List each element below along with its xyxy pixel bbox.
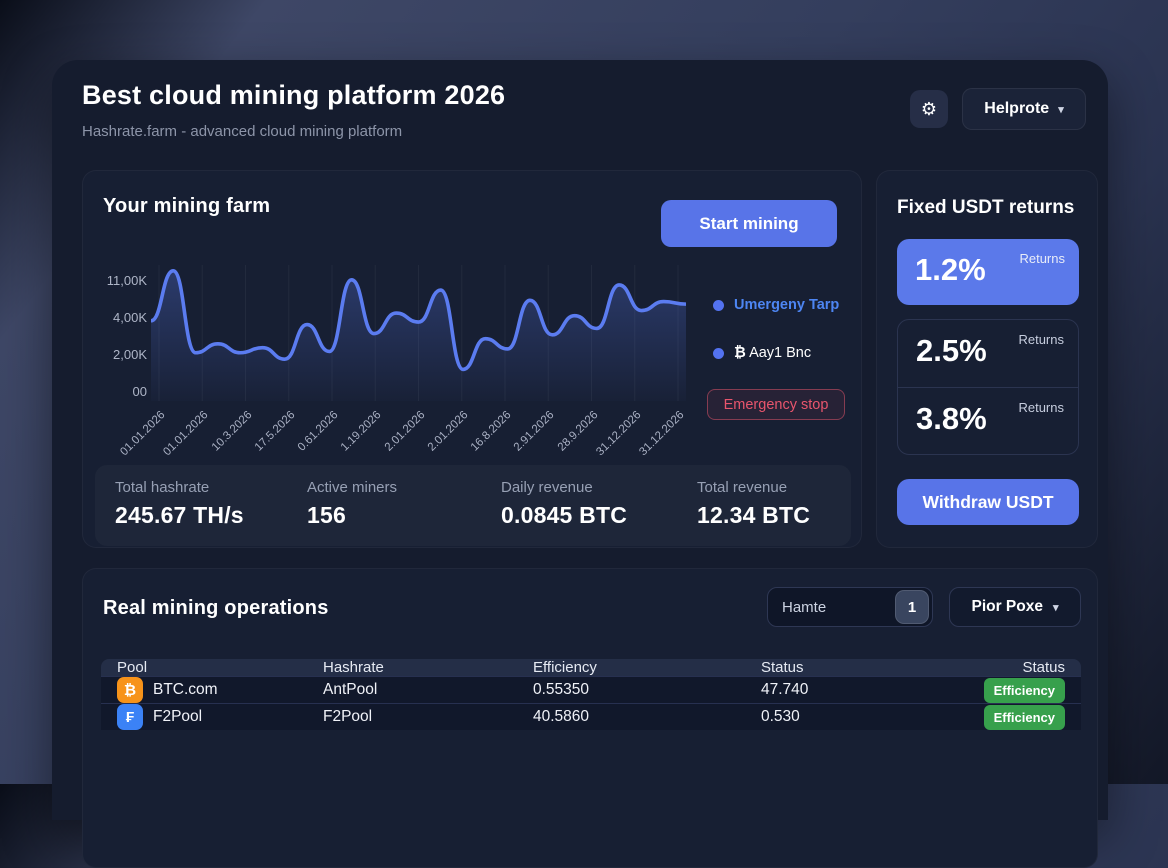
mining-farm-panel: Your mining farm Start mining 11,00K 4,00… xyxy=(82,170,862,548)
stat-total-hashrate: Total hashrate 245.67 TH/s xyxy=(115,479,244,529)
settings-button[interactable]: ⚙ xyxy=(910,90,948,128)
page-subtitle: Hashrate.farm - advanced cloud mining pl… xyxy=(82,123,402,140)
account-dropdown[interactable]: Helprote ▾ xyxy=(962,88,1086,130)
pool-efficiency: 40.5860 xyxy=(533,708,761,726)
chevron-down-icon: ▾ xyxy=(1053,601,1059,614)
operations-panel: Real mining operations 1 Pior Poxe ▾ Poo… xyxy=(82,568,1098,868)
hashrate-chart xyxy=(151,259,686,401)
mining-farm-title: Your mining farm xyxy=(103,195,270,218)
y-tick-label: 4,00K xyxy=(113,310,147,325)
filter-label: Pior Poxe xyxy=(971,598,1043,616)
btc-pool-icon: ₿ xyxy=(117,677,143,703)
legend-dot-icon xyxy=(713,300,724,311)
pool-name: BTC.com xyxy=(153,681,218,699)
page-title: Best cloud mining platform 2026 xyxy=(82,80,505,111)
table-row[interactable]: ₿ BTC.com AntPool 0.55350 47.740 Efficie… xyxy=(101,676,1081,703)
filter-dropdown[interactable]: Pior Poxe ▾ xyxy=(949,587,1081,627)
operations-search: 1 xyxy=(767,587,933,627)
y-tick-label: 00 xyxy=(133,384,147,399)
efficiency-badge: Efficiency xyxy=(984,705,1065,730)
pool-status: 0.530 xyxy=(761,708,961,726)
account-label: Helprote xyxy=(984,100,1049,118)
pool-hashrate: F2Pool xyxy=(323,708,533,726)
return-option-3-8[interactable]: 3.8% Returns xyxy=(898,387,1078,454)
pools-table: Pool Hashrate Efficiency Status Status ₿… xyxy=(101,659,1081,730)
returns-title: Fixed USDT returns xyxy=(897,197,1074,219)
emergency-stop-button[interactable]: Emergency stop xyxy=(707,389,845,420)
operations-title: Real mining operations xyxy=(103,597,329,620)
stat-daily-revenue: Daily revenue 0.0845 BTC xyxy=(501,479,627,529)
table-header: Pool Hashrate Efficiency Status Status xyxy=(101,659,1081,676)
usdt-returns-panel: Fixed USDT returns 1.2% Returns 2.5% Ret… xyxy=(876,170,1098,548)
return-option-1-2[interactable]: 1.2% Returns xyxy=(897,239,1079,305)
pool-status: 47.740 xyxy=(761,681,961,699)
legend-item-emergency-tarp[interactable]: Umergeny Tarp xyxy=(713,297,839,313)
return-options-group: 2.5% Returns 3.8% Returns xyxy=(897,319,1079,455)
legend-label: ₿ Aay1 Bnc xyxy=(734,345,811,361)
farm-stats: Total hashrate 245.67 TH/s Active miners… xyxy=(95,465,851,546)
stat-total-revenue: Total revenue 12.34 BTC xyxy=(697,479,810,529)
chart-y-axis: 11,00K 4,00K 2,00K 00 xyxy=(87,273,147,399)
legend-dot-icon xyxy=(713,348,724,359)
gear-icon: ⚙ xyxy=(921,99,937,120)
main-card: Best cloud mining platform 2026 Hashrate… xyxy=(52,60,1108,820)
legend-label: Umergeny Tarp xyxy=(734,297,839,313)
y-tick-label: 2,00K xyxy=(113,347,147,362)
pool-name: F2Pool xyxy=(153,708,202,726)
pool-efficiency: 0.55350 xyxy=(533,681,761,699)
bitcoin-icon: ₿ xyxy=(734,345,746,361)
chevron-down-icon: ▾ xyxy=(1058,103,1064,116)
pool-hashrate: AntPool xyxy=(323,681,533,699)
y-tick-label: 11,00K xyxy=(107,273,147,288)
search-count-badge[interactable]: 1 xyxy=(895,590,929,624)
stat-active-miners: Active miners 156 xyxy=(307,479,397,529)
search-input[interactable] xyxy=(782,588,882,626)
table-row[interactable]: ₣ F2Pool F2Pool 40.5860 0.530 Efficiency xyxy=(101,703,1081,730)
efficiency-badge: Efficiency xyxy=(984,678,1065,703)
legend-item-btc[interactable]: ₿ Aay1 Bnc xyxy=(713,345,811,361)
start-mining-button[interactable]: Start mining xyxy=(661,200,837,247)
return-option-2-5[interactable]: 2.5% Returns xyxy=(898,320,1078,387)
withdraw-usdt-button[interactable]: Withdraw USDT xyxy=(897,479,1079,525)
f2pool-icon: ₣ xyxy=(117,704,143,730)
